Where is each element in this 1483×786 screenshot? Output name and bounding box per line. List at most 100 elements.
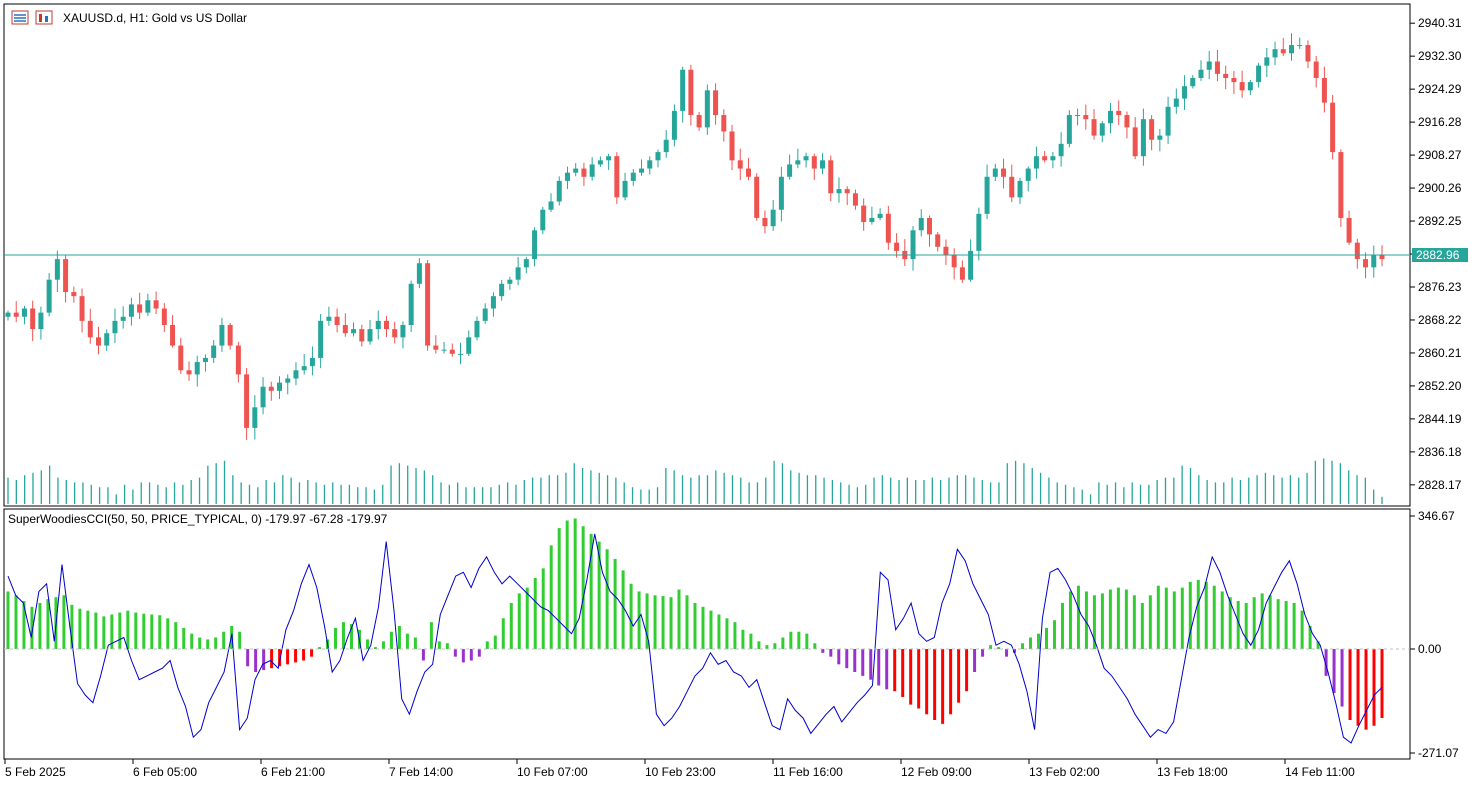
- candle-body: [1075, 115, 1081, 117]
- candle-body: [137, 304, 143, 313]
- price-tick-label: 2876.23: [1418, 280, 1462, 294]
- candle-body: [112, 320, 118, 334]
- candle-body: [762, 217, 768, 227]
- candle-body: [1042, 156, 1048, 161]
- candle-body: [474, 320, 480, 338]
- price-tick-label: 2940.31: [1418, 16, 1462, 30]
- candle-body: [935, 234, 941, 247]
- candle-body: [548, 201, 554, 210]
- candle-body: [1363, 259, 1369, 268]
- trading-chart[interactable]: XAUUSD.d, H1: Gold vs US Dollar 2940.31 2…: [0, 0, 1483, 786]
- candle-body: [301, 366, 307, 371]
- candle-body: [1165, 106, 1171, 136]
- candle-body: [1223, 73, 1229, 78]
- candle-body: [351, 329, 357, 334]
- candle-body: [416, 263, 422, 284]
- candle-body: [976, 213, 982, 251]
- candle-body: [836, 189, 842, 194]
- candle-body: [622, 180, 628, 198]
- time-tick-label: 13 Feb 02:00: [1029, 765, 1100, 779]
- candle-body: [1371, 255, 1377, 268]
- candle-body: [721, 115, 727, 132]
- time-tick-label: 13 Feb 18:00: [1157, 765, 1228, 779]
- candle-body: [334, 316, 340, 325]
- candle-body: [441, 349, 447, 351]
- candle-body: [161, 308, 167, 325]
- candle-body: [285, 378, 291, 383]
- candle-body: [186, 370, 192, 375]
- candle-body: [877, 213, 883, 218]
- candle-body: [482, 308, 488, 321]
- candle-body: [540, 209, 546, 231]
- candle-body: [573, 168, 579, 173]
- candle-body: [63, 259, 69, 293]
- candle-body: [458, 353, 464, 355]
- time-tick-label: 10 Feb 23:00: [645, 765, 716, 779]
- candle-body: [87, 320, 93, 338]
- candle-body: [408, 283, 414, 325]
- candle-body: [820, 160, 826, 169]
- candle-body: [787, 164, 793, 177]
- candle-body: [630, 172, 636, 181]
- candle-body: [5, 312, 11, 317]
- candle-body: [729, 131, 735, 161]
- candle-body: [959, 267, 965, 280]
- candle-body: [211, 345, 217, 358]
- candle-body: [1083, 115, 1089, 120]
- candle-body: [606, 156, 612, 161]
- candle-body: [1206, 61, 1212, 70]
- candle-body: [309, 357, 315, 367]
- candle-body: [433, 345, 439, 350]
- candle-body: [523, 259, 529, 268]
- candle-body: [1338, 152, 1344, 218]
- candle-body: [745, 168, 751, 177]
- price-tick-label: 2908.27: [1418, 148, 1462, 162]
- candle-body: [326, 316, 332, 321]
- candle-body: [1058, 143, 1064, 157]
- current-price-value: 2882.96: [1416, 248, 1460, 262]
- time-tick-label: 7 Feb 14:00: [389, 765, 453, 779]
- candle-body: [170, 324, 176, 346]
- chart-window-icon[interactable]: [11, 10, 29, 25]
- candle-body: [507, 279, 513, 284]
- candle-body: [318, 320, 324, 358]
- candle-body: [145, 300, 151, 313]
- candle-body: [918, 217, 924, 231]
- time-tick-label: 5 Feb 2025: [5, 765, 66, 779]
- candle-body: [277, 382, 283, 391]
- candle-body: [490, 296, 496, 309]
- candle-body: [885, 213, 891, 243]
- symbol-properties-icon[interactable]: [35, 10, 53, 25]
- time-axis[interactable]: 5 Feb 2025 6 Feb 05:00 6 Feb 21:00 7 Feb 14…: [4, 759, 1355, 779]
- candle-body: [992, 168, 998, 177]
- indicator-axis[interactable]: 346.67 0.00 -271.07: [1410, 509, 1459, 760]
- candle-body: [1280, 49, 1286, 54]
- candle-body: [359, 329, 365, 342]
- candle-body: [1256, 65, 1262, 83]
- candle-body: [737, 160, 743, 169]
- price-tick-label: 2860.21: [1418, 346, 1462, 360]
- indicator-max-label: 346.67: [1418, 509, 1455, 523]
- candle-body: [713, 90, 719, 116]
- candle-body: [466, 337, 472, 354]
- candle-body: [96, 337, 102, 346]
- candle-body: [120, 316, 126, 321]
- price-tick-label: 2868.22: [1418, 313, 1462, 327]
- time-tick-label: 11 Feb 16:00: [773, 765, 843, 779]
- candle-body: [828, 160, 834, 194]
- candle-body: [235, 345, 241, 375]
- candle-body: [1247, 82, 1253, 91]
- price-tick-label: 2924.29: [1418, 82, 1462, 96]
- candle-body: [671, 110, 677, 140]
- candle-body: [1190, 77, 1196, 87]
- candle-body: [1001, 168, 1007, 177]
- time-tick-label: 10 Feb 07:00: [517, 765, 588, 779]
- candle-body: [984, 176, 990, 214]
- time-tick-label: 12 Feb 09:00: [901, 765, 972, 779]
- candle-body: [219, 324, 225, 346]
- price-tick-label: 2932.30: [1418, 49, 1462, 63]
- candle-body: [367, 329, 373, 342]
- candle-body: [852, 193, 858, 206]
- candle-body: [564, 172, 570, 181]
- candle-body: [844, 189, 850, 194]
